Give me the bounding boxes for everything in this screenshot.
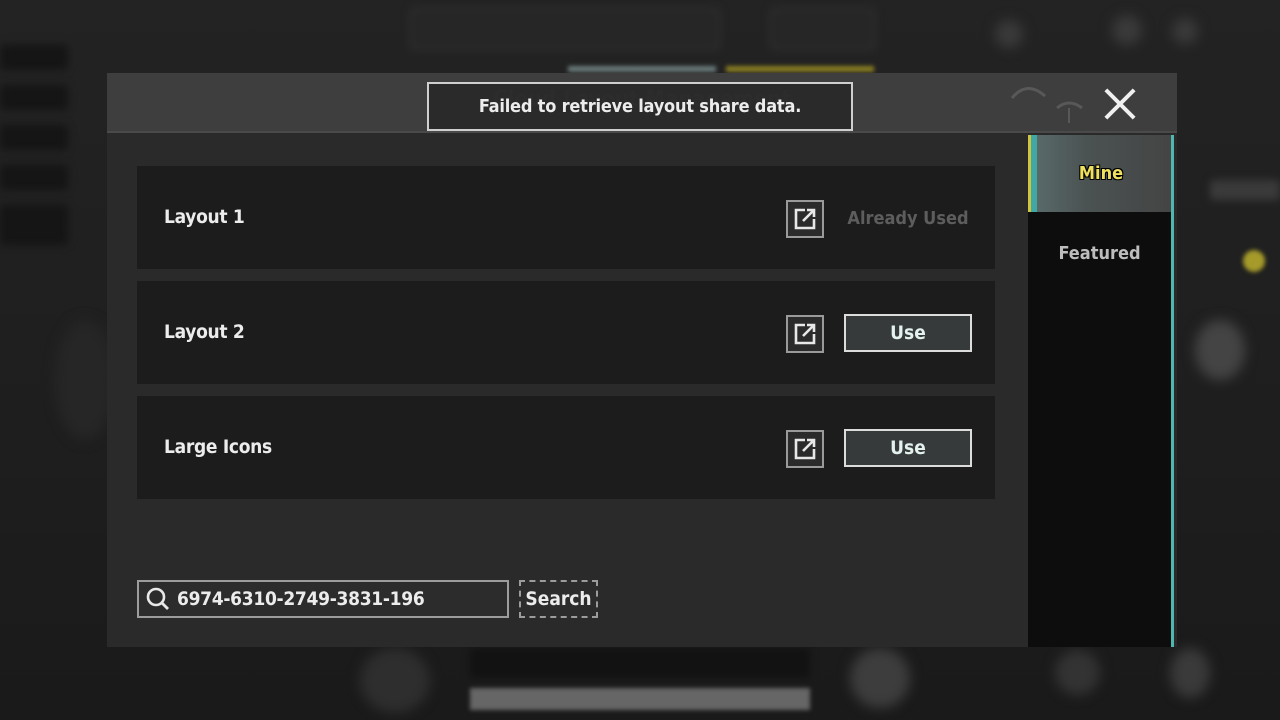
share-button[interactable] — [786, 430, 824, 468]
bg-bar-bottom — [470, 688, 810, 710]
bg-side-item — [0, 165, 68, 190]
layout-row: Layout 2 Use — [137, 281, 995, 384]
bg-icon — [55, 320, 115, 440]
bg-icon — [995, 20, 1023, 48]
bg-mode-dropdown — [410, 8, 720, 50]
share-external-icon — [794, 208, 816, 230]
tab-mine[interactable]: Mine — [1028, 135, 1171, 212]
side-tabs: Mine Featured — [1028, 135, 1174, 647]
close-icon[interactable] — [1103, 87, 1137, 121]
bg-button — [770, 8, 875, 50]
bg-side-item — [0, 85, 68, 110]
bg-side-item — [0, 125, 68, 150]
share-button[interactable] — [786, 315, 824, 353]
search-button[interactable]: Search — [519, 580, 598, 618]
layout-row: Layout 1 Already Used — [137, 166, 995, 269]
bg-bar — [1210, 180, 1280, 200]
bg-panel — [470, 648, 810, 678]
share-button[interactable] — [786, 200, 824, 238]
bg-icon — [1195, 320, 1245, 380]
search-icon — [146, 587, 169, 610]
bg-bar-yellow — [726, 66, 874, 72]
use-button[interactable]: Use — [844, 429, 972, 467]
bg-side-item — [0, 205, 68, 245]
search-input[interactable] — [171, 588, 507, 610]
parachute-decoration-icon — [1010, 87, 1083, 123]
bg-icon — [1172, 18, 1198, 44]
bg-side-item — [0, 45, 68, 70]
bg-icon — [1170, 648, 1210, 698]
error-toast: Failed to retrieve layout share data. — [427, 82, 853, 131]
bg-icon — [360, 648, 430, 713]
bg-bar-teal — [568, 66, 716, 72]
layout-row: Large Icons Use — [137, 396, 995, 499]
tab-featured[interactable]: Featured — [1028, 215, 1171, 292]
bg-icon — [1055, 650, 1100, 695]
share-external-icon — [794, 438, 816, 460]
already-used-label: Already Used — [847, 208, 969, 229]
bg-icon — [1112, 15, 1142, 45]
layout-name: Layout 1 — [164, 206, 245, 228]
bg-icon — [850, 648, 910, 708]
use-button[interactable]: Use — [844, 314, 972, 352]
layout-name: Large Icons — [164, 436, 272, 458]
share-external-icon — [794, 323, 816, 345]
layout-name: Layout 2 — [164, 321, 245, 343]
layout-list: Layout 1 Already Used Layout 2 Use Large… — [137, 166, 995, 511]
layout-management-modal: Cloud Layout Management Layout 1 Already… — [107, 73, 1177, 647]
bg-yellow-dot — [1243, 250, 1265, 272]
search-field[interactable] — [137, 580, 509, 618]
